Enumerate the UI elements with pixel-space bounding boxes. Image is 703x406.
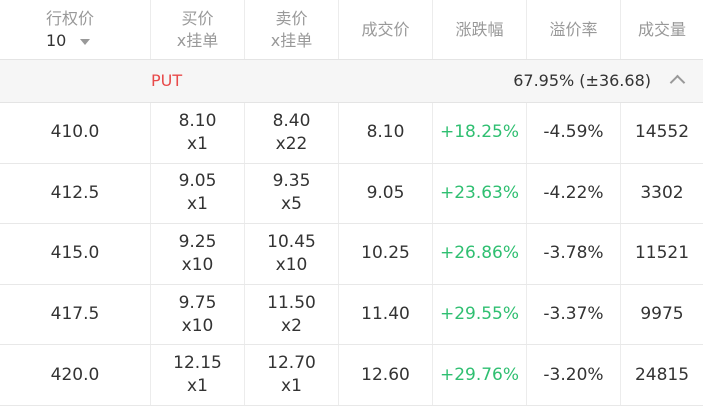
- volume-column-header[interactable]: 成交量: [620, 0, 703, 59]
- bid-cell: 12.15 x1: [150, 345, 244, 405]
- bid-size: x1: [187, 194, 208, 215]
- ask-cell: 10.45 x10: [244, 224, 338, 284]
- strike-column-header[interactable]: 行权价 10: [0, 0, 150, 59]
- put-section-bar[interactable]: PUT 67.95% (±36.68): [0, 60, 703, 103]
- bid-price: 9.75: [178, 292, 217, 313]
- volume-cell: 11521: [620, 224, 703, 284]
- strike-count-value: 10: [46, 30, 67, 50]
- bid-price: 12.15: [173, 353, 222, 374]
- change-cell: +23.63%: [432, 163, 526, 224]
- ask-size: x2: [281, 315, 302, 336]
- ask-size: x10: [275, 254, 308, 275]
- premium-cell: -3.20%: [526, 345, 620, 405]
- strike-cell: 412.5: [50, 182, 100, 203]
- ask-size: x5: [281, 194, 302, 215]
- change-cell: +26.86%: [432, 224, 526, 284]
- ask-size-header-label: x挂单: [270, 30, 313, 50]
- strike-cell: 415.0: [50, 243, 100, 264]
- table-row[interactable]: 415.0 9.25 x10 10.45 x10 10.25 +26.86% -3.…: [0, 224, 703, 285]
- strike-cell: 410.0: [50, 122, 100, 143]
- chevron-up-icon[interactable]: [669, 74, 686, 91]
- volume-cell: 3302: [620, 163, 703, 224]
- volume-cell: 24815: [620, 345, 703, 405]
- premium-cell: -4.59%: [526, 103, 620, 163]
- bid-size: x10: [181, 254, 214, 275]
- ask-price: 10.45: [267, 231, 316, 252]
- strike-count-dropdown[interactable]: 10: [46, 30, 91, 52]
- ask-price: 11.50: [267, 292, 316, 313]
- ask-cell: 12.70 x1: [244, 345, 338, 405]
- last-price-cell: 11.40: [338, 284, 432, 345]
- table-row[interactable]: 417.5 9.75 x10 11.50 x2 11.40 +29.55% -3.3…: [0, 284, 703, 346]
- bid-cell: 8.10 x1: [150, 103, 244, 163]
- premium-cell: -4.22%: [526, 163, 620, 224]
- last-price-cell: 10.25: [338, 224, 432, 284]
- volume-header-label: 成交量: [637, 19, 686, 39]
- change-cell: +29.76%: [432, 345, 526, 405]
- table-header: 行权价 10 买价 x挂单 卖价 x挂单 成交价 涨跌幅 溢价率 成交量: [0, 0, 703, 60]
- change-cell: +18.25%: [432, 103, 526, 163]
- put-section-label: PUT: [151, 71, 183, 90]
- change-cell: +29.55%: [432, 284, 526, 345]
- ask-header-label: 卖价: [275, 8, 308, 28]
- last-price-cell: 9.05: [338, 163, 432, 224]
- strike-cell: 417.5: [50, 304, 100, 325]
- ask-size: x22: [275, 133, 308, 154]
- bid-header-label: 买价: [181, 8, 214, 28]
- bid-size-header-label: x挂单: [176, 30, 219, 50]
- volume-cell: 9975: [620, 284, 703, 345]
- premium-cell: -3.78%: [526, 224, 620, 284]
- bid-size: x10: [181, 315, 214, 336]
- change-column-header[interactable]: 涨跌幅: [432, 0, 526, 59]
- table-row[interactable]: 412.5 9.05 x1 9.35 x5 9.05 +23.63% -4.22% …: [0, 163, 703, 225]
- ask-price: 8.40: [272, 110, 311, 131]
- option-chain-table: 行权价 10 买价 x挂单 卖价 x挂单 成交价 涨跌幅 溢价率 成交量 PUT…: [0, 0, 703, 406]
- bid-size: x1: [187, 133, 208, 154]
- premium-header-label: 溢价率: [549, 19, 598, 39]
- premium-cell: -3.37%: [526, 284, 620, 345]
- implied-volatility-value: 67.95% (±36.68): [513, 71, 651, 90]
- bid-size: x1: [187, 376, 208, 397]
- table-body: 410.0 8.10 x1 8.40 x22 8.10 +18.25% -4.59%…: [0, 103, 703, 406]
- volume-cell: 14552: [620, 103, 703, 163]
- table-row[interactable]: 420.0 12.15 x1 12.70 x1 12.60 +29.76% -3.2…: [0, 345, 703, 406]
- ask-cell: 9.35 x5: [244, 163, 338, 224]
- bid-price: 8.10: [178, 110, 217, 131]
- table-row[interactable]: 410.0 8.10 x1 8.40 x22 8.10 +18.25% -4.59%…: [0, 103, 703, 164]
- bid-price: 9.25: [178, 231, 217, 252]
- bid-cell: 9.75 x10: [150, 284, 244, 345]
- ask-cell: 11.50 x2: [244, 284, 338, 345]
- premium-column-header[interactable]: 溢价率: [526, 0, 620, 59]
- last-price-cell: 12.60: [338, 345, 432, 405]
- ask-price: 9.35: [272, 171, 311, 192]
- ask-size: x1: [281, 376, 302, 397]
- last-price-header-label: 成交价: [361, 19, 410, 39]
- last-price-column-header[interactable]: 成交价: [338, 0, 432, 59]
- ask-cell: 8.40 x22: [244, 103, 338, 163]
- ask-column-header[interactable]: 卖价 x挂单: [244, 0, 338, 59]
- bid-price: 9.05: [178, 171, 217, 192]
- bid-cell: 9.25 x10: [150, 224, 244, 284]
- ask-price: 12.70: [267, 353, 316, 374]
- change-header-label: 涨跌幅: [455, 19, 504, 39]
- last-price-cell: 8.10: [338, 103, 432, 163]
- chevron-down-icon[interactable]: [80, 38, 91, 45]
- strike-header-label: 行权价: [46, 8, 95, 28]
- bid-column-header[interactable]: 买价 x挂单: [150, 0, 244, 59]
- strike-cell: 420.0: [50, 364, 100, 385]
- bid-cell: 9.05 x1: [150, 163, 244, 224]
